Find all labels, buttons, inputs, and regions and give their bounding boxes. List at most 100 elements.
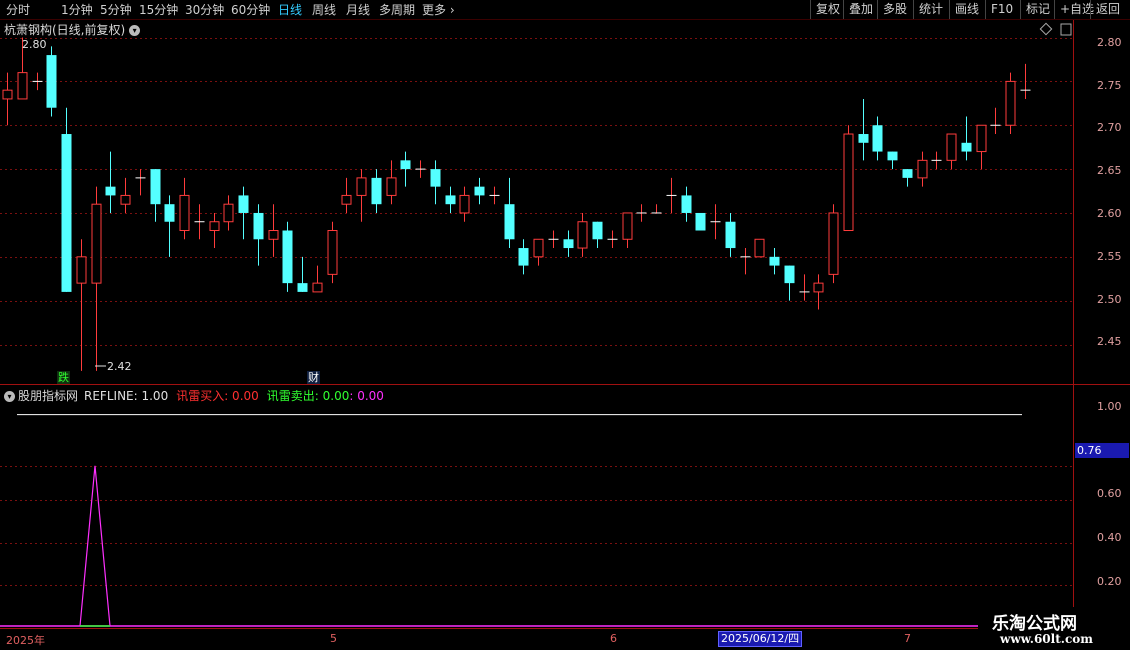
- candle: [651, 204, 662, 214]
- candle-body: [887, 151, 898, 161]
- watermark: 乐淘公式网 www.60lt.com: [978, 607, 1130, 650]
- candle: [386, 160, 397, 205]
- candle: [681, 186, 692, 222]
- candle: [872, 116, 883, 161]
- candle: [459, 186, 470, 222]
- candle: [223, 195, 234, 231]
- indicator-name: 股朋指标网: [18, 389, 79, 403]
- y-tick: 2.80: [1097, 36, 1122, 49]
- candle-body: [164, 204, 175, 222]
- event-tag-cai[interactable]: 财: [307, 371, 320, 384]
- chevron-down-icon[interactable]: ▾: [4, 391, 15, 402]
- candle: [607, 230, 618, 249]
- candle: [563, 230, 574, 257]
- candle: [194, 204, 205, 240]
- candle-body: [17, 72, 28, 100]
- candle: [253, 204, 264, 266]
- candle-body: [533, 238, 544, 258]
- candle-body: [76, 256, 87, 284]
- date-label-year: 2025年: [6, 634, 45, 647]
- indicator-series: [0, 414, 1022, 627]
- candle: [371, 169, 382, 213]
- candle-body: [917, 159, 928, 179]
- candle: [430, 160, 441, 205]
- candle-body: [784, 265, 795, 284]
- watermark-url: www.60lt.com: [1000, 632, 1093, 646]
- event-tag-die[interactable]: 跌: [57, 371, 70, 384]
- candle: [415, 160, 426, 178]
- y-tick: 2.50: [1097, 293, 1122, 306]
- candle: [91, 186, 102, 371]
- candlestick-series: [2, 37, 1031, 371]
- candle-body: [282, 230, 293, 284]
- candle: [46, 46, 57, 117]
- panel-toggle-icon[interactable]: [1060, 23, 1072, 36]
- candle-body: [518, 248, 529, 266]
- candle-body: [105, 186, 116, 196]
- candle: [858, 98, 869, 161]
- candle: [740, 248, 751, 275]
- candle-body: [902, 169, 913, 178]
- candle: [725, 212, 736, 257]
- chart-canvas[interactable]: 2.80 2.75 2.70 2.65 2.60 2.55 2.50 2.45 …: [0, 0, 1130, 650]
- candle: [710, 204, 721, 240]
- candle-body: [297, 283, 308, 292]
- current-value-badge: 0.76: [1075, 443, 1129, 458]
- candle: [209, 212, 220, 249]
- candle: [917, 151, 928, 187]
- candle-body: [843, 133, 854, 232]
- candle: [2, 72, 13, 126]
- candle: [902, 169, 913, 187]
- candle-body: [592, 221, 603, 240]
- candle: [843, 125, 854, 232]
- signal-spike: [79, 465, 111, 627]
- y-tick: 0.60: [1097, 487, 1122, 500]
- candle-body: [946, 133, 957, 161]
- candle-body: [91, 203, 102, 284]
- chevron-down-icon[interactable]: ▾: [129, 25, 141, 36]
- candle-body: [474, 186, 485, 196]
- candle: [297, 256, 308, 292]
- candle-body: [828, 212, 839, 275]
- candle-body: [253, 212, 264, 240]
- candle: [312, 265, 323, 293]
- candle: [282, 221, 293, 292]
- candle: [533, 238, 544, 266]
- candle: [754, 238, 765, 258]
- candle: [695, 212, 706, 231]
- candle: [76, 239, 87, 371]
- candle: [474, 177, 485, 205]
- candle-body: [61, 134, 72, 292]
- candle: [135, 169, 146, 196]
- candle-body: [371, 177, 382, 205]
- candle: [828, 204, 839, 284]
- candle: [164, 195, 175, 257]
- candle-body: [312, 282, 323, 293]
- indicator-title: ▾ 股朋指标网 REFLINE: 1.00 讯雷买入: 0.00 讯雷卖出: 0.00:…: [4, 387, 384, 404]
- low-marker: 2.42: [95, 360, 132, 373]
- candle: [799, 274, 810, 301]
- candle-body: [150, 169, 161, 205]
- candle: [61, 107, 72, 292]
- candle-body: [400, 160, 411, 170]
- candle-body: [223, 203, 234, 223]
- candle-body: [341, 194, 352, 205]
- y-tick: 0.20: [1097, 575, 1122, 588]
- sell-value: 讯雷卖出: 0.00: [266, 389, 350, 403]
- candle: [179, 177, 190, 240]
- y-tick: 2.65: [1097, 164, 1122, 177]
- high-marker: 2.80: [22, 38, 47, 51]
- candle: [400, 151, 411, 187]
- candle-body: [327, 230, 338, 275]
- diamond-icon[interactable]: [1039, 22, 1053, 36]
- refline-value: REFLINE: 1.00: [84, 389, 169, 403]
- candle-body: [769, 256, 780, 266]
- candle-body: [725, 221, 736, 249]
- candle: [238, 186, 249, 240]
- candle-body: [622, 212, 633, 240]
- candle-body: [1005, 80, 1016, 126]
- candle: [784, 265, 795, 301]
- candle: [813, 274, 824, 310]
- y-tick: 2.75: [1097, 79, 1122, 92]
- candle: [622, 212, 633, 249]
